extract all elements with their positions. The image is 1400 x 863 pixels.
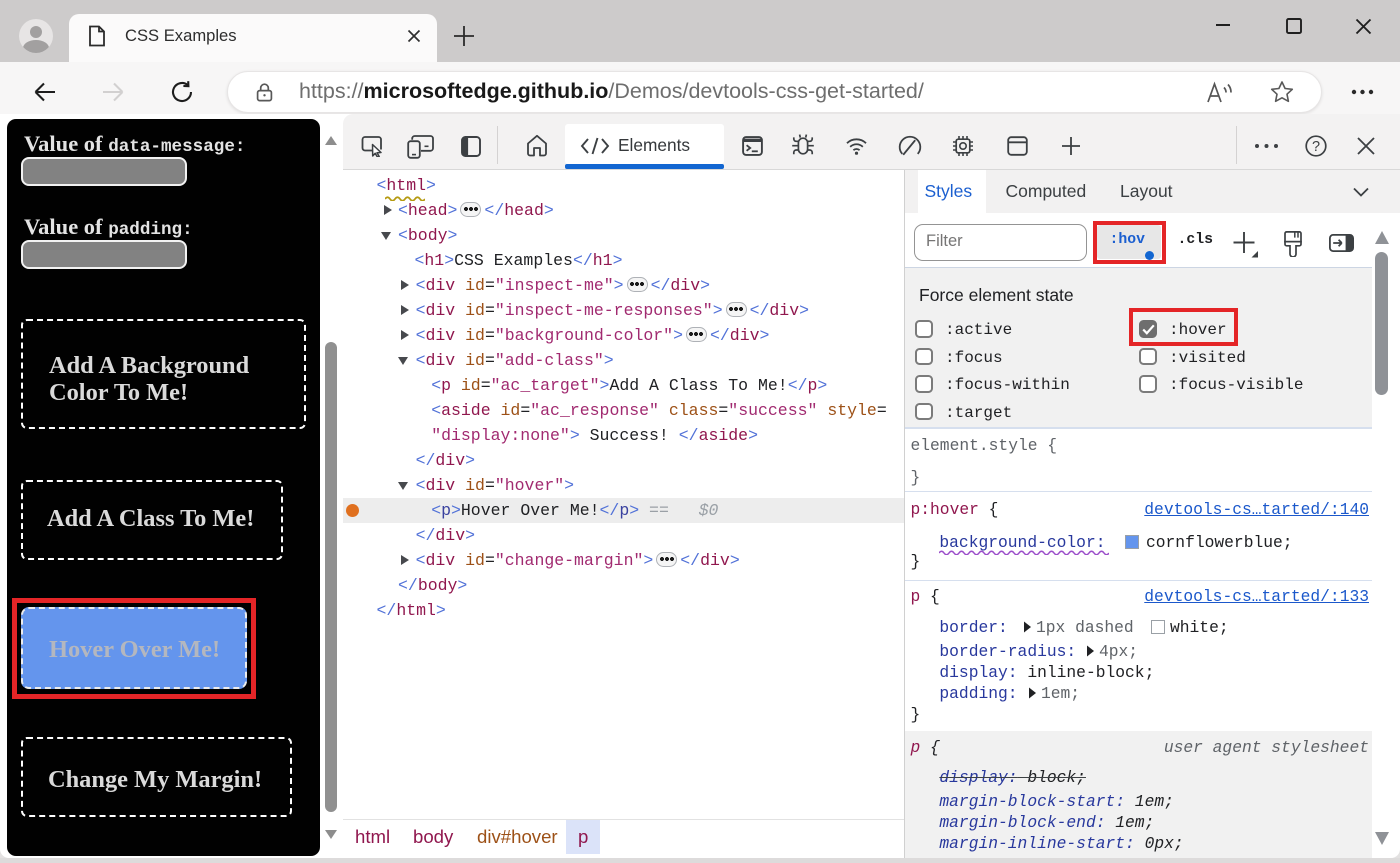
svg-text:?: ? (1312, 139, 1320, 155)
